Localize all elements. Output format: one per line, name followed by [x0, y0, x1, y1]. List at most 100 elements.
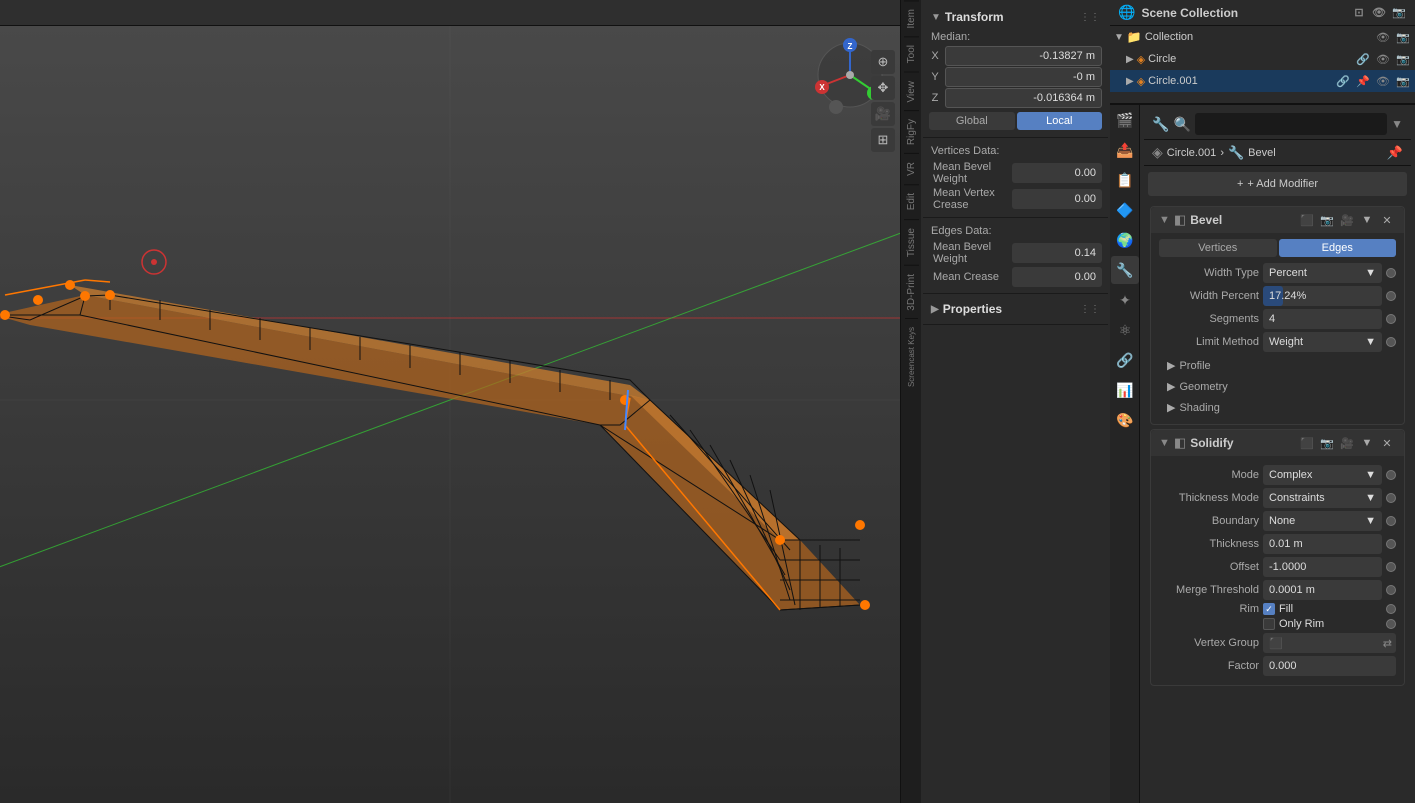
- circle001-pin-icon[interactable]: 📌: [1355, 73, 1371, 89]
- n-tab-tissue[interactable]: Tissue: [904, 219, 919, 265]
- bevel-close-icon[interactable]: ✕: [1378, 211, 1396, 229]
- n-panel-content: ▼ Transform ⋮⋮ Median: X -0.13827 m Y -0…: [921, 0, 1110, 803]
- props-tab-render[interactable]: 🎬: [1111, 106, 1139, 134]
- solidify-expand-icon[interactable]: ▼: [1358, 434, 1376, 452]
- circle001-link-icon[interactable]: 🔗: [1335, 73, 1351, 89]
- mode-select[interactable]: Complex ▼: [1263, 465, 1382, 485]
- add-modifier-button[interactable]: + + Add Modifier: [1148, 172, 1407, 196]
- shading-collapse[interactable]: ▶ Shading: [1159, 397, 1396, 418]
- props-tab-modifier[interactable]: 🔧: [1111, 256, 1139, 284]
- transform-header[interactable]: ▼ Transform ⋮⋮: [929, 6, 1102, 28]
- props-tab-output[interactable]: 📤: [1111, 136, 1139, 164]
- props-tab-data[interactable]: 📊: [1111, 376, 1139, 404]
- vertex-group-field[interactable]: ⬛ ⇄: [1263, 633, 1396, 653]
- factor-value[interactable]: 0.000: [1263, 656, 1396, 676]
- cursor-tool[interactable]: ⊕: [871, 50, 895, 74]
- fill-checkbox[interactable]: ✓: [1263, 603, 1275, 615]
- circle-camera[interactable]: 📷: [1395, 51, 1411, 67]
- width-type-select[interactable]: Percent ▼: [1263, 263, 1382, 283]
- circle-expand[interactable]: ▶: [1126, 54, 1134, 65]
- camera-tool[interactable]: 🎥: [871, 102, 895, 126]
- bevel-camera-icon[interactable]: 🎥: [1338, 211, 1356, 229]
- vertex-group-swap[interactable]: ⇄: [1379, 637, 1396, 650]
- offset-row: Offset -1.0000: [1159, 557, 1396, 577]
- circle001-expand[interactable]: ▶: [1126, 76, 1134, 87]
- n-tab-tool[interactable]: Tool: [904, 36, 919, 71]
- z-input[interactable]: -0.016364 m: [945, 88, 1102, 108]
- y-input[interactable]: -0 m: [945, 67, 1102, 87]
- solidify-close-icon[interactable]: ✕: [1378, 434, 1396, 452]
- geometry-collapse[interactable]: ▶ Geometry: [1159, 376, 1396, 397]
- profile-collapse[interactable]: ▶ Profile: [1159, 355, 1396, 376]
- props-tab-world[interactable]: 🌍: [1111, 226, 1139, 254]
- width-percent-field[interactable]: 17.24%: [1263, 286, 1382, 306]
- outliner-eye-icon[interactable]: 👁: [1371, 5, 1387, 21]
- n-tab-3dprint[interactable]: 3D-Print: [904, 265, 919, 319]
- limit-method-select[interactable]: Weight ▼: [1263, 332, 1382, 352]
- props-tab-particle[interactable]: ✦: [1111, 286, 1139, 314]
- n-tab-vr[interactable]: VR: [904, 153, 919, 184]
- n-tab-screencast[interactable]: Screencast Keys: [905, 318, 918, 395]
- bevel-render-icon[interactable]: 📷: [1318, 211, 1336, 229]
- offset-value[interactable]: -1.0000: [1263, 557, 1382, 577]
- collection-expand[interactable]: ▼: [1114, 32, 1124, 43]
- bevel-tab-edges[interactable]: Edges: [1279, 239, 1397, 257]
- mean-crease-label: Mean Crease: [929, 271, 1012, 283]
- offset-label: Offset: [1159, 561, 1259, 573]
- n-tab-view[interactable]: View: [904, 72, 919, 111]
- n-tab-item[interactable]: Item: [904, 0, 919, 36]
- props-tab-physics[interactable]: ⚛: [1111, 316, 1139, 344]
- move-tool[interactable]: ✥: [871, 76, 895, 100]
- outliner-item-collection[interactable]: ▼ 📁 Collection 👁 📷: [1110, 26, 1415, 48]
- mean-vertex-crease-value[interactable]: 0.00: [1012, 189, 1102, 209]
- circle001-eye[interactable]: 👁: [1375, 73, 1391, 89]
- properties-section: ▶ Properties ⋮⋮: [923, 294, 1108, 325]
- outliner-filter-icon[interactable]: ⊡: [1351, 5, 1367, 21]
- solidify-collapse-arrow[interactable]: ▼: [1159, 437, 1170, 449]
- thickness-mode-select[interactable]: Constraints ▼: [1263, 488, 1382, 508]
- bevel-collapse-arrow[interactable]: ▼: [1159, 214, 1170, 226]
- thickness-value[interactable]: 0.01 m: [1263, 534, 1382, 554]
- n-tab-edit[interactable]: Edit: [904, 184, 919, 218]
- pin-icon[interactable]: 📌: [1387, 145, 1403, 161]
- segments-value[interactable]: 4: [1263, 309, 1382, 329]
- props-tab-constraints[interactable]: 🔗: [1111, 346, 1139, 374]
- properties-header[interactable]: ▶ Properties ⋮⋮: [929, 298, 1102, 320]
- solidify-render-icon[interactable]: 📷: [1318, 434, 1336, 452]
- circle-eye[interactable]: 👁: [1375, 51, 1391, 67]
- only-rim-checkbox[interactable]: [1263, 618, 1275, 630]
- collection-eye[interactable]: 👁: [1375, 29, 1391, 45]
- bevel-tab-vertices[interactable]: Vertices: [1159, 239, 1277, 257]
- solidify-realtime-icon[interactable]: ⬛: [1298, 434, 1316, 452]
- props-tab-scene[interactable]: 🔷: [1111, 196, 1139, 224]
- merge-threshold-value[interactable]: 0.0001 m: [1263, 580, 1382, 600]
- transform-options[interactable]: ⋮⋮: [1080, 12, 1100, 23]
- merge-threshold-dot: [1386, 585, 1396, 595]
- mean-bevel-weight-e-value[interactable]: 0.14: [1012, 243, 1102, 263]
- properties-options[interactable]: ⋮⋮: [1080, 304, 1100, 315]
- profile-arrow: ▶: [1167, 359, 1175, 372]
- mean-crease-value[interactable]: 0.00: [1012, 267, 1102, 287]
- props-tab-material[interactable]: 🎨: [1111, 406, 1139, 434]
- local-btn[interactable]: Local: [1017, 112, 1103, 130]
- collection-camera[interactable]: 📷: [1395, 29, 1411, 45]
- global-btn[interactable]: Global: [929, 112, 1015, 130]
- boundary-select[interactable]: None ▼: [1263, 511, 1382, 531]
- modifier-filter-icon[interactable]: ▼: [1391, 117, 1403, 131]
- x-input[interactable]: -0.13827 m: [945, 46, 1102, 66]
- viewport-right-tools: ⊕ ✥ 🎥 ⊞: [871, 50, 895, 152]
- grid-tool[interactable]: ⊞: [871, 128, 895, 152]
- n-tab-rigfy[interactable]: RigFy: [904, 110, 919, 153]
- mean-bevel-weight-v-value[interactable]: 0.00: [1012, 163, 1102, 183]
- outliner-camera-icon[interactable]: 📷: [1391, 5, 1407, 21]
- props-tab-view-layer[interactable]: 📋: [1111, 166, 1139, 194]
- outliner-item-circle[interactable]: ▶ ◈ Circle 🔗 👁 📷: [1110, 48, 1415, 70]
- outliner-item-circle001[interactable]: ▶ ◈ Circle.001 🔗 📌 👁 📷: [1110, 70, 1415, 92]
- bevel-expand-icon[interactable]: ▼: [1358, 211, 1376, 229]
- circle001-camera[interactable]: 📷: [1395, 73, 1411, 89]
- circle-link-icon[interactable]: 🔗: [1355, 51, 1371, 67]
- bevel-realtime-icon[interactable]: ⬛: [1298, 211, 1316, 229]
- only-rim-container: Only Rim: [1263, 618, 1382, 630]
- modifier-search-input[interactable]: [1195, 113, 1387, 135]
- solidify-camera-icon[interactable]: 🎥: [1338, 434, 1356, 452]
